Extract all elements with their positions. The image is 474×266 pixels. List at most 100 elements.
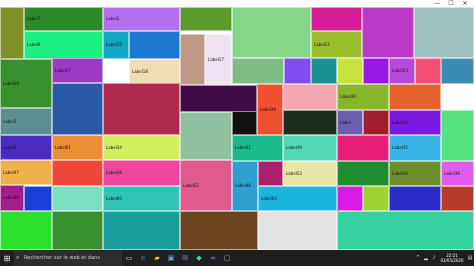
treemap-tile[interactable]: Label45 <box>389 135 441 161</box>
network-icon[interactable]: ▂ <box>422 255 430 261</box>
tile-label: Label55 <box>392 119 408 125</box>
treemap-tile[interactable]: Label36 <box>441 161 474 186</box>
folder-icon[interactable]: ▰ <box>150 250 164 266</box>
search-icon: ⌕ <box>16 254 20 261</box>
treemap-tile[interactable] <box>441 110 474 161</box>
treemap-tile[interactable]: Label19 <box>0 59 52 108</box>
treemap-tile[interactable]: Label7 <box>24 7 103 31</box>
treemap-tile[interactable]: Label36 <box>0 185 24 211</box>
treemap-tile[interactable]: Label34 <box>103 135 180 160</box>
tile-label: Label19 <box>3 80 19 86</box>
treemap-tile[interactable]: Label17 <box>205 34 232 85</box>
search-box[interactable]: ⌕ Rechercher sur le web et dans Windows <box>14 250 122 266</box>
treemap-tile[interactable] <box>103 211 180 250</box>
treemap-tile[interactable] <box>311 7 362 31</box>
treemap-tile[interactable] <box>363 58 389 84</box>
treemap-tile[interactable] <box>284 58 311 84</box>
tile-label: Label47 <box>3 169 19 175</box>
store-icon[interactable]: ▣ <box>164 250 178 266</box>
treemap-tile[interactable]: Label23 <box>389 58 415 84</box>
treemap-tile[interactable] <box>232 58 284 84</box>
treemap-tile[interactable] <box>337 58 363 84</box>
clock[interactable]: 22:21 03/05/2020 <box>438 253 466 263</box>
treemap-tile[interactable] <box>441 186 474 211</box>
treemap-tile[interactable] <box>283 110 337 135</box>
treemap-tile[interactable] <box>0 211 52 250</box>
treemap-tile[interactable] <box>103 83 180 135</box>
treemap-tile[interactable]: Label53 <box>283 161 337 186</box>
treemap-tile[interactable] <box>363 110 389 135</box>
treemap-tile[interactable] <box>362 7 414 58</box>
treemap-tile[interactable]: Label18 <box>129 59 180 84</box>
app-window: — ☐ ✕ Label7 Label3 Label8 Label15 Label12 La… <box>0 0 474 250</box>
treemap-tile[interactable] <box>180 112 232 160</box>
treemap-tile[interactable]: Label38 <box>103 160 180 186</box>
treemap-tile[interactable] <box>24 186 52 211</box>
notification-icon[interactable]: ▤ <box>466 255 474 261</box>
treemap-tile[interactable]: Label3 <box>103 7 180 31</box>
treemap-tile[interactable]: Label61 <box>52 135 103 160</box>
tile-label: Label7 <box>27 16 41 21</box>
minimize-button[interactable]: — <box>430 0 444 7</box>
treemap-tile[interactable] <box>52 186 103 211</box>
treemap-tile[interactable] <box>337 186 363 211</box>
treemap-tile[interactable]: Label60 <box>103 186 180 211</box>
treemap-tile[interactable]: Label55 <box>389 110 441 135</box>
app-icon[interactable]: ◆ <box>192 250 206 266</box>
treemap-tile[interactable] <box>52 160 103 186</box>
treemap-tile[interactable]: Label52 <box>180 160 232 211</box>
treemap-tile[interactable] <box>311 58 337 84</box>
volume-icon[interactable]: ♪ <box>430 255 438 261</box>
task-view-icon[interactable]: ▭ <box>122 250 136 266</box>
treemap-tile[interactable] <box>441 58 474 84</box>
treemap-tile[interactable] <box>258 211 337 250</box>
treemap-tile[interactable] <box>414 7 474 58</box>
treemap-tile[interactable] <box>129 31 180 59</box>
treemap-tile[interactable] <box>283 84 337 110</box>
taskbar: ⊞ ⌕ Rechercher sur le web et dans Window… <box>0 250 474 266</box>
app-window-icon[interactable]: ▢ <box>220 250 234 266</box>
treemap-tile[interactable]: Label64 <box>258 186 337 211</box>
treemap-tile[interactable] <box>0 7 24 59</box>
treemap-tile[interactable] <box>258 161 283 186</box>
treemap-tile[interactable]: Label8 <box>24 31 103 59</box>
treemap-tile[interactable]: Label5 <box>0 135 52 160</box>
treemap-tile[interactable] <box>180 7 232 31</box>
treemap-tile[interactable] <box>232 7 311 58</box>
treemap-tile[interactable] <box>180 34 205 85</box>
treemap-tile[interactable] <box>180 211 258 250</box>
treemap-tile[interactable]: Label <box>337 110 363 135</box>
close-button[interactable]: ✕ <box>458 0 472 7</box>
visual-studio-icon[interactable]: ∞ <box>206 250 220 266</box>
tile-label: Label36 <box>3 195 19 200</box>
search-placeholder: Rechercher sur le web et dans Windows <box>24 255 100 261</box>
treemap-tile[interactable] <box>389 84 441 110</box>
treemap-tile[interactable]: Label34 <box>389 161 441 186</box>
treemap-tile[interactable] <box>232 111 257 135</box>
treemap-tile[interactable]: Label47 <box>0 160 52 185</box>
mail-icon[interactable]: ✉ <box>178 250 192 266</box>
start-button[interactable]: ⊞ <box>0 250 14 266</box>
treemap-tile[interactable] <box>389 186 441 211</box>
treemap-tile[interactable]: Label17 <box>52 58 103 83</box>
maximize-button[interactable]: ☐ <box>444 0 458 7</box>
treemap-tile[interactable] <box>180 85 257 112</box>
treemap-tile[interactable] <box>337 161 389 186</box>
treemap-tile[interactable]: Label46 <box>232 161 258 211</box>
treemap-tile[interactable] <box>337 135 389 161</box>
treemap-tile[interactable]: Label39 <box>257 84 283 135</box>
system-tray: ^ ▂ ♪ 22:21 03/05/2020 ▤ <box>414 250 474 266</box>
treemap-tile[interactable]: Label15 <box>103 31 129 59</box>
treemap-tile[interactable]: Label49 <box>283 135 337 161</box>
treemap-tile[interactable]: Label41 <box>232 135 283 161</box>
treemap-tile[interactable]: Label12 <box>311 31 362 58</box>
chevron-up-icon[interactable]: ^ <box>414 255 422 261</box>
treemap-tile[interactable] <box>415 58 441 84</box>
treemap-tile[interactable] <box>52 83 103 135</box>
treemap-tile[interactable]: Label2 <box>0 108 52 135</box>
treemap-tile[interactable] <box>52 211 103 250</box>
treemap-tile[interactable] <box>363 186 389 211</box>
treemap-tile[interactable] <box>337 211 474 250</box>
edge-icon[interactable]: e <box>136 250 150 266</box>
treemap-tile[interactable]: Label30 <box>337 84 389 110</box>
